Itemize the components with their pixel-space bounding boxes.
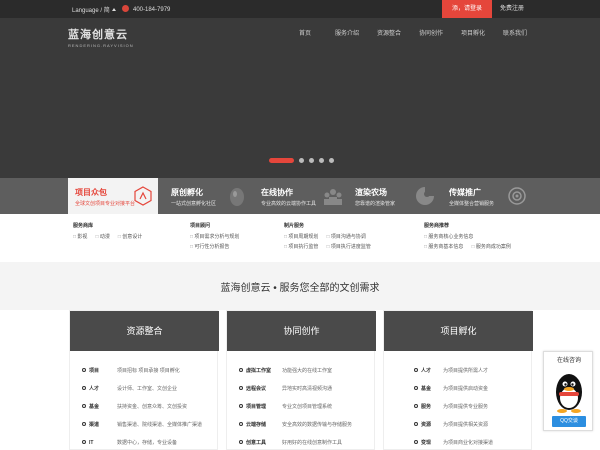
- list-item[interactable]: 基金 扶持资金、创意众筹、文创投资: [82, 403, 187, 410]
- online-consult-widget: 在线咨询 QQ交谈: [543, 351, 593, 431]
- bullet-icon: [414, 440, 418, 444]
- sub-link[interactable]: 可行性分析报告: [190, 243, 229, 250]
- qq-penguin-icon: [556, 374, 582, 413]
- subpanel-provider-library: 服务商库 影视动漫创意设计: [73, 222, 150, 243]
- caret-up-icon: [111, 8, 116, 11]
- service-tile-collab[interactable]: 在线协作 专业高效的云端协作工具: [254, 178, 348, 214]
- sub-link[interactable]: 项目执行监管: [284, 243, 318, 250]
- team-icon: [324, 189, 342, 205]
- sub-link[interactable]: 项目周期规划: [284, 233, 318, 240]
- sub-link[interactable]: 动漫: [95, 233, 110, 240]
- bullet-icon: [82, 440, 86, 444]
- nav-item-incubation[interactable]: 项目孵化: [452, 28, 494, 37]
- phone-icon: [122, 5, 129, 12]
- subpanel-production: 制片服务 项目周期规划项目沟通与协调 项目执行监管项目执行进度监管: [284, 222, 379, 253]
- top-bar: Language / 简 400-184-7979 添，请登录 免费注册: [0, 0, 600, 18]
- bullet-icon: [414, 404, 418, 408]
- list-item[interactable]: 人才 为项目提供所需人才: [414, 367, 488, 374]
- sub-link[interactable]: 创意设计: [118, 233, 142, 240]
- sub-link[interactable]: 项目沟通与协调: [326, 233, 366, 240]
- bullet-icon: [414, 368, 418, 372]
- carousel-dot-5[interactable]: [329, 158, 334, 163]
- subpanel-consultant: 项目顾问 项目需求分析与规划 可行性分析报告: [190, 222, 247, 253]
- nav-item-collab[interactable]: 协同创作: [410, 28, 452, 37]
- nav-item-home[interactable]: 首页: [284, 28, 326, 37]
- phone-info: 400-184-7979: [122, 5, 170, 13]
- list-item[interactable]: 云端存储 安全高效的数据传输与存储服务: [239, 421, 352, 428]
- list-item[interactable]: 虚拟工作室 功能强大的在线工作室: [239, 367, 332, 374]
- carousel-dots: [269, 158, 334, 163]
- hero-banner: 蓝海创意云 RENDERING.RAYVISION 首页 服务介绍 资源整合 协…: [0, 18, 600, 178]
- list-item[interactable]: 基金 为项目提供启动资金: [414, 385, 488, 392]
- consult-title: 在线咨询: [556, 358, 581, 364]
- carousel-dot-4[interactable]: [319, 158, 324, 163]
- bullet-icon: [239, 368, 243, 372]
- bullet-icon: [82, 422, 86, 426]
- service-strip: 项目众包 全球文创项目专业对接平台 原创孵化 一站式创意孵化社区 在线协作 专业…: [0, 178, 600, 214]
- list-item[interactable]: 创意工具 好用好的在线创意制作工具: [239, 439, 342, 446]
- sub-link[interactable]: 项目需求分析与规划: [190, 233, 239, 240]
- list-item[interactable]: 资源 为项目提供相关资源: [414, 421, 488, 428]
- service-tile-media[interactable]: 传媒推广 全媒体整合营销服务: [442, 178, 532, 214]
- card-resources: 资源整合 项目 项目招标 项目承接 项目孵化 人才 设计师、工作室、文创企业 基金扶…: [69, 310, 219, 450]
- nav-item-resources[interactable]: 资源整合: [368, 28, 410, 37]
- card-title[interactable]: 协同创作: [227, 311, 376, 351]
- card-title[interactable]: 项目孵化: [384, 311, 533, 351]
- list-item[interactable]: 渠道 销售渠道、院线渠道、全媒体推广渠道: [82, 421, 202, 428]
- language-switcher[interactable]: Language / 简: [72, 5, 116, 14]
- sub-link[interactable]: 影视: [73, 233, 87, 240]
- carousel-dot-2[interactable]: [299, 158, 304, 163]
- render-farm-icon: [416, 187, 434, 205]
- egg-icon: [230, 188, 244, 206]
- list-item[interactable]: 项目管理 专业文创项目管理系统: [239, 403, 332, 410]
- bullet-icon: [239, 404, 243, 408]
- carousel-dot-1[interactable]: [269, 158, 294, 163]
- list-item[interactable]: 远程会议 异地实时高清视频沟通: [239, 385, 332, 392]
- card-incubation: 项目孵化 人才 为项目提供所需人才 基金 为项目提供启动资金 服务 为项目提供专业服务…: [383, 310, 533, 450]
- list-item[interactable]: IT 数据中心，存储，专业设备: [82, 439, 177, 446]
- register-button[interactable]: 免费注册: [492, 0, 532, 18]
- service-tile-incubation[interactable]: 原创孵化 一站式创意孵化社区: [164, 178, 254, 214]
- qq-chat-button[interactable]: QQ交谈: [552, 416, 586, 427]
- bullet-icon: [82, 368, 86, 372]
- card-title[interactable]: 资源整合: [70, 311, 219, 351]
- site-logo[interactable]: 蓝海创意云 RENDERING.RAYVISION: [68, 26, 134, 48]
- hexagon-icon: [134, 186, 152, 206]
- sub-link[interactable]: 项目执行进度监管: [326, 243, 371, 250]
- list-item[interactable]: 人才 设计师、工作室、文创企业: [82, 385, 177, 392]
- main-nav: 首页 服务介绍 资源整合 协同创作 项目孵化 联系我们: [284, 28, 536, 37]
- bullet-icon: [414, 422, 418, 426]
- subpanel-recommend: 服务商推荐 服务商核心业务信息 服务商基本信息服务商成功案例: [424, 222, 519, 253]
- bullet-icon: [82, 404, 86, 408]
- broadcast-icon: [508, 187, 526, 205]
- service-tile-crowdsource[interactable]: 项目众包 全球文创项目专业对接平台: [68, 178, 158, 214]
- sub-link[interactable]: 服务商成功案例: [471, 243, 511, 250]
- list-item[interactable]: 项目 项目招标 项目承接 项目孵化: [82, 367, 180, 374]
- bullet-icon: [414, 386, 418, 390]
- bullet-icon: [239, 422, 243, 426]
- list-item[interactable]: 服务 为项目提供专业服务: [414, 403, 488, 410]
- bullet-icon: [239, 386, 243, 390]
- nav-item-contact[interactable]: 联系我们: [494, 28, 536, 37]
- carousel-dot-3[interactable]: [309, 158, 314, 163]
- list-item[interactable]: 变现 为项目商业化对接渠道: [414, 439, 493, 446]
- sub-link[interactable]: 服务商核心业务信息: [424, 233, 473, 240]
- nav-item-services[interactable]: 服务介绍: [326, 28, 368, 37]
- sub-link[interactable]: 服务商基本信息: [424, 243, 463, 250]
- service-tile-render[interactable]: 渲染农场 您靠谱的渲染管家: [348, 178, 438, 214]
- bullet-icon: [239, 440, 243, 444]
- login-button[interactable]: 添，请登录: [442, 0, 492, 18]
- bullet-icon: [82, 386, 86, 390]
- card-collab: 协同创作 虚拟工作室 功能强大的在线工作室 远程会议 异地实时高清视频沟通 项目管理…: [226, 310, 376, 450]
- section-slogan: 蓝海创意云 • 服务您全部的文创需求: [220, 283, 380, 294]
